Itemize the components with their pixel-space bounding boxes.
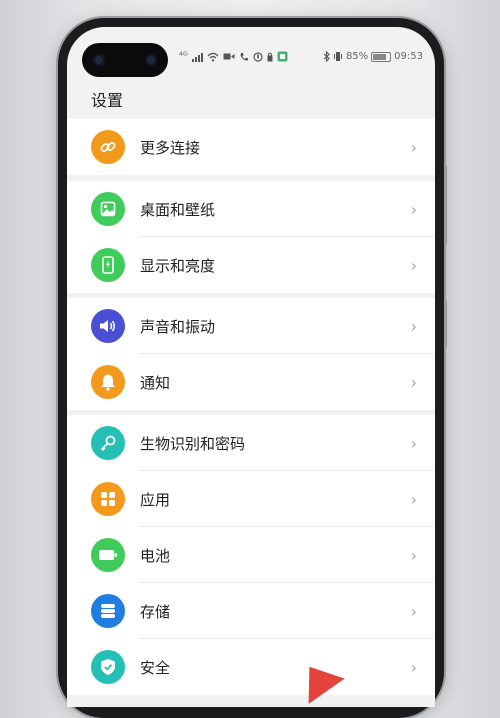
battery-percent: 85% [345, 51, 369, 62]
settings-item-label: 声音和振动 [140, 317, 216, 336]
settings-item-more-connections[interactable]: 更多连接 › [67, 119, 435, 175]
lock-icon [267, 52, 273, 61]
settings-item-label: 显示和亮度 [140, 256, 216, 275]
settings-group: 声音和振动 › 通知 › [67, 298, 435, 410]
settings-item-label: 通知 [140, 373, 171, 392]
chevron-right-icon: › [410, 657, 417, 677]
call-icon [240, 52, 248, 61]
app-notification-icon [277, 51, 288, 62]
settings-item-notifications[interactable]: 通知 › [67, 354, 435, 410]
apps-icon [91, 482, 125, 516]
settings-group: 桌面和壁纸 › 显示和亮度 › [67, 181, 435, 293]
chevron-right-icon: › [410, 489, 417, 509]
storage-icon [91, 594, 125, 628]
clock-time: 09:53 [394, 51, 423, 62]
chevron-right-icon: › [410, 545, 417, 565]
wifi-icon [207, 52, 219, 61]
signal-icon [191, 52, 203, 62]
settings-item-label: 应用 [140, 490, 171, 509]
settings-item-wallpaper[interactable]: 桌面和壁纸 › [67, 181, 435, 237]
settings-item-battery[interactable]: 电池 › [67, 527, 435, 583]
settings-item-display[interactable]: 显示和亮度 › [67, 237, 435, 293]
shield-icon [91, 650, 125, 684]
display-icon [91, 248, 125, 282]
chevron-right-icon: › [410, 137, 417, 157]
bluetooth-icon [323, 51, 330, 62]
chevron-right-icon: › [410, 433, 417, 453]
sound-icon [91, 309, 125, 343]
chevron-right-icon: › [410, 255, 417, 275]
settings-item-label: 桌面和壁纸 [140, 200, 216, 219]
chevron-right-icon: › [410, 199, 417, 219]
chevron-right-icon: › [410, 316, 417, 336]
nfc-icon [253, 51, 263, 62]
settings-item-security[interactable]: 安全 › [67, 639, 435, 695]
signal-type-label: ⁴ᴳ [179, 51, 188, 62]
settings-item-label: 生物识别和密码 [140, 434, 246, 453]
battery-icon [91, 538, 125, 572]
settings-item-label: 安全 [140, 658, 171, 677]
link-icon [91, 130, 125, 164]
video-icon [223, 53, 235, 60]
bell-icon [91, 365, 125, 399]
wallpaper-icon [91, 192, 125, 226]
key-icon [91, 426, 125, 460]
settings-item-storage[interactable]: 存储 › [67, 583, 435, 639]
chevron-right-icon: › [410, 372, 417, 392]
settings-screen: ⁴ᴳ 85% 09:53 设置 更多连接 › 桌面和壁纸 › 显示和亮度 › 声… [67, 27, 435, 707]
settings-item-biometrics[interactable]: 生物识别和密码 › [67, 415, 435, 471]
battery-icon [371, 51, 392, 62]
chevron-right-icon: › [410, 601, 417, 621]
settings-item-sound[interactable]: 声音和振动 › [67, 298, 435, 354]
settings-item-label: 电池 [140, 546, 171, 565]
vibrate-icon [333, 52, 342, 61]
status-bar: ⁴ᴳ 85% 09:53 [67, 51, 435, 69]
settings-group: 生物识别和密码 › 应用 › 电池 › 存储 › 安全 › [67, 415, 435, 695]
settings-item-apps[interactable]: 应用 › [67, 471, 435, 527]
page-title: 设置 [91, 91, 124, 110]
settings-group: 更多连接 › [67, 119, 435, 175]
settings-item-label: 存储 [140, 602, 171, 621]
settings-item-label: 更多连接 [140, 138, 201, 157]
